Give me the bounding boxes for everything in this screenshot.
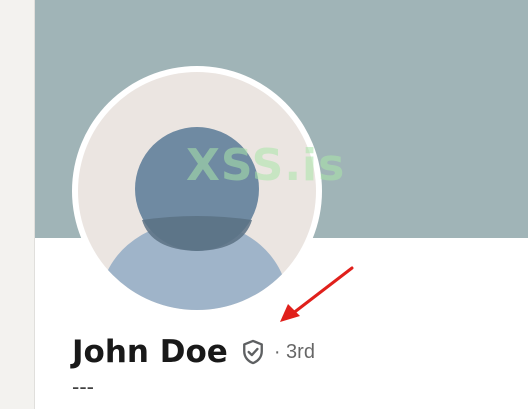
profile-page: XSS.is John Doe · 3rd --- [0, 0, 528, 409]
left-gutter [0, 0, 34, 409]
red-arrow-icon [280, 266, 354, 322]
name-row: John Doe · 3rd [72, 330, 315, 374]
profile-headline: --- [72, 374, 94, 399]
connection-degree: · 3rd [273, 340, 315, 363]
profile-name: John Doe [72, 334, 228, 370]
shield-check-icon[interactable] [238, 337, 268, 367]
